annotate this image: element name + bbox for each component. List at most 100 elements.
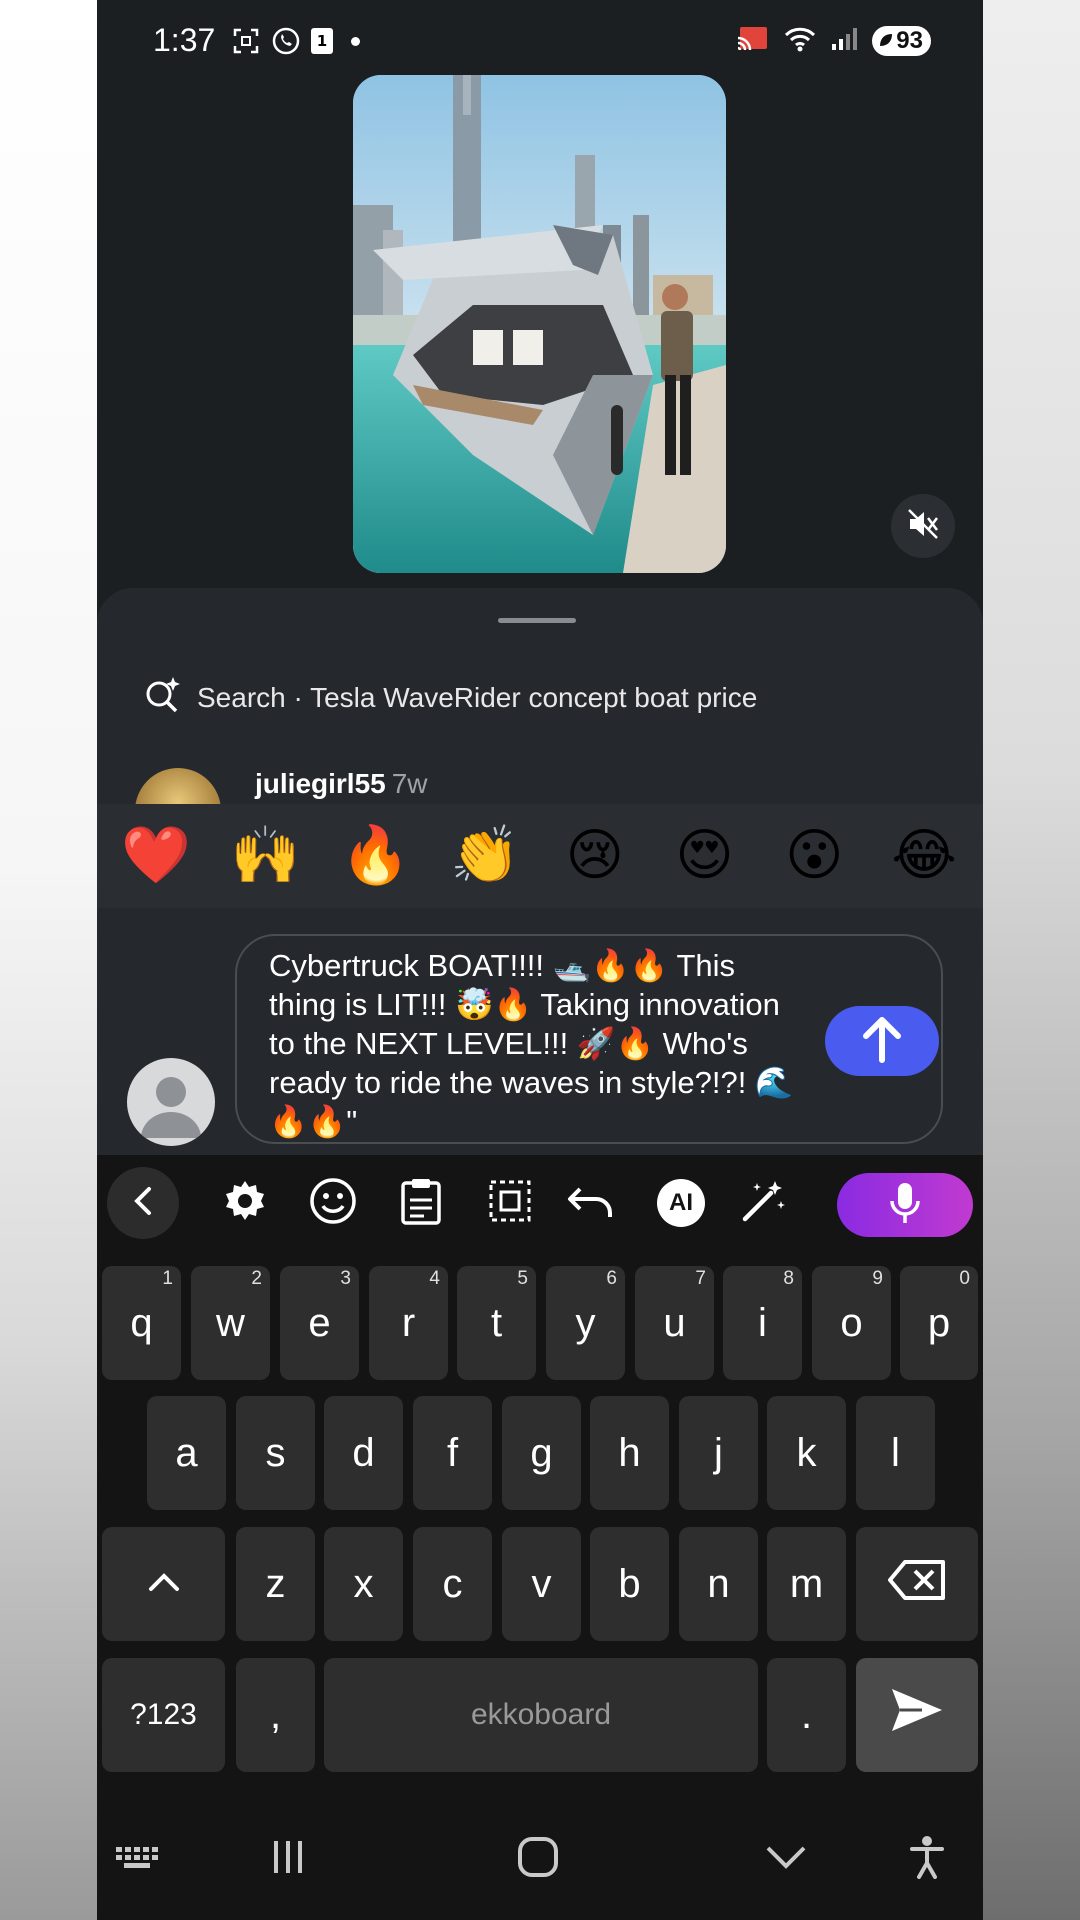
signal-icon: [830, 26, 858, 56]
emoji-surprised[interactable]: 😮: [766, 828, 862, 884]
key-a[interactable]: a: [147, 1396, 226, 1510]
key-label: r: [401, 1300, 416, 1345]
emoji-heart-eyes[interactable]: 😍: [657, 828, 753, 884]
key-hint: 0: [959, 1268, 970, 1289]
key-label: u: [663, 1300, 686, 1345]
key-w[interactable]: w2: [191, 1266, 270, 1380]
accessibility-icon: [909, 1835, 945, 1883]
emoji-raised-hands[interactable]: 🙌: [218, 828, 314, 884]
key-z[interactable]: z: [236, 1527, 315, 1641]
key-g[interactable]: g: [502, 1396, 581, 1510]
key-label: o: [840, 1300, 863, 1345]
wifi-icon: [784, 25, 816, 57]
key-v[interactable]: v: [502, 1527, 581, 1641]
related-search[interactable]: Search · Tesla WaveRider concept boat pr…: [143, 674, 757, 721]
home-icon: [517, 1836, 559, 1882]
mute-button[interactable]: [891, 494, 955, 558]
shift-key[interactable]: [102, 1527, 225, 1641]
key-u[interactable]: u7: [635, 1266, 714, 1380]
key-s[interactable]: s: [236, 1396, 315, 1510]
key-label: w: [216, 1300, 245, 1345]
key-q[interactable]: q1: [102, 1266, 181, 1380]
phone-screen: 1:37 1 93 Search · Tesla WaveRider conce…: [97, 0, 983, 1920]
recents-button[interactable]: [263, 1831, 313, 1887]
navigation-bar: [97, 1795, 983, 1920]
home-button[interactable]: [513, 1831, 563, 1887]
key-o[interactable]: o9: [812, 1266, 891, 1380]
accessibility-button[interactable]: [902, 1831, 952, 1887]
comment-input-text: Cybertruck BOAT!!!! 🛥️🔥🔥 This thing is L…: [269, 948, 794, 1139]
key-p[interactable]: p0: [900, 1266, 978, 1380]
keyboard: AI q1 w2 e3 r4 t5 y6 u7 i8 o9 p0 a s d f…: [97, 1155, 983, 1795]
symbols-key[interactable]: ?123: [102, 1658, 225, 1772]
left-background: [0, 0, 97, 1920]
period-key[interactable]: .: [767, 1658, 846, 1772]
comment-composer: Cybertruck BOAT!!!! 🛥️🔥🔥 This thing is L…: [97, 908, 983, 1155]
key-j[interactable]: j: [679, 1396, 758, 1510]
battery-indicator: 93: [872, 26, 931, 56]
key-e[interactable]: e3: [280, 1266, 359, 1380]
magic-wand-icon: [739, 1177, 787, 1229]
text-select-button[interactable]: [480, 1173, 540, 1233]
key-f[interactable]: f: [413, 1396, 492, 1510]
key-c[interactable]: c: [413, 1527, 492, 1641]
notification-dot: [351, 36, 360, 46]
voice-input-button[interactable]: [837, 1173, 973, 1237]
key-hint: 6: [606, 1268, 617, 1289]
key-h[interactable]: h: [590, 1396, 669, 1510]
backspace-icon: [887, 1559, 947, 1609]
toolbar-back-button[interactable]: [107, 1167, 179, 1239]
clipboard-icon: [398, 1176, 444, 1230]
emoji-laughing[interactable]: 😂: [876, 828, 972, 884]
backspace-key[interactable]: [856, 1527, 978, 1641]
emoji-heart[interactable]: ❤️: [108, 828, 204, 884]
right-background: [983, 0, 1080, 1920]
undo-button[interactable]: [561, 1173, 621, 1233]
settings-button[interactable]: [215, 1173, 275, 1233]
key-i[interactable]: i8: [723, 1266, 802, 1380]
emoji-reaction-bar: ❤️ 🙌 🔥 👏 😢 😍 😮 😂: [97, 804, 983, 908]
clipboard-button[interactable]: [391, 1173, 451, 1233]
emoji-fire[interactable]: 🔥: [327, 828, 423, 884]
key-label: y: [575, 1300, 596, 1345]
comma-key[interactable]: ,: [236, 1658, 315, 1772]
chevron-down-icon: [765, 1844, 807, 1874]
key-b[interactable]: b: [590, 1527, 669, 1641]
key-n[interactable]: n: [679, 1527, 758, 1641]
post-comment-button[interactable]: [825, 1006, 939, 1076]
emoji-clapping[interactable]: 👏: [437, 828, 533, 884]
emoji-crying[interactable]: 😢: [547, 828, 643, 884]
key-d[interactable]: d: [324, 1396, 403, 1510]
video-player[interactable]: [353, 75, 726, 573]
send-key[interactable]: [856, 1658, 978, 1772]
comment-age: 7w: [391, 768, 428, 799]
magic-wand-button[interactable]: [733, 1173, 793, 1233]
comment-item: juliegirl55 7w: [135, 768, 955, 804]
smiley-icon: [308, 1176, 358, 1230]
emoji-button[interactable]: [303, 1173, 363, 1233]
comment-username[interactable]: juliegirl55: [255, 768, 386, 799]
keyboard-switch-button[interactable]: [111, 1831, 165, 1887]
key-label: t: [490, 1300, 503, 1345]
key-hint: 2: [251, 1268, 262, 1289]
ai-button[interactable]: AI: [651, 1173, 711, 1233]
key-l[interactable]: l: [856, 1396, 935, 1510]
clock: 1:37: [153, 22, 216, 58]
key-m[interactable]: m: [767, 1527, 846, 1641]
key-k[interactable]: k: [767, 1396, 846, 1510]
calendar-icon: 1: [311, 28, 333, 54]
key-y[interactable]: y6: [546, 1266, 625, 1380]
key-r[interactable]: r4: [369, 1266, 448, 1380]
ai-label: AI: [657, 1179, 705, 1227]
key-t[interactable]: t5: [457, 1266, 536, 1380]
key-hint: 8: [783, 1268, 794, 1289]
sheet-drag-handle[interactable]: [498, 618, 576, 623]
hide-keyboard-button[interactable]: [761, 1831, 811, 1887]
key-hint: 7: [695, 1268, 706, 1289]
screenshot-icon: [231, 26, 261, 56]
key-label: e: [308, 1300, 331, 1345]
key-x[interactable]: x: [324, 1527, 403, 1641]
space-key[interactable]: ekkoboard: [324, 1658, 758, 1772]
key-hint: 3: [340, 1268, 351, 1289]
commenter-avatar[interactable]: [135, 768, 221, 804]
